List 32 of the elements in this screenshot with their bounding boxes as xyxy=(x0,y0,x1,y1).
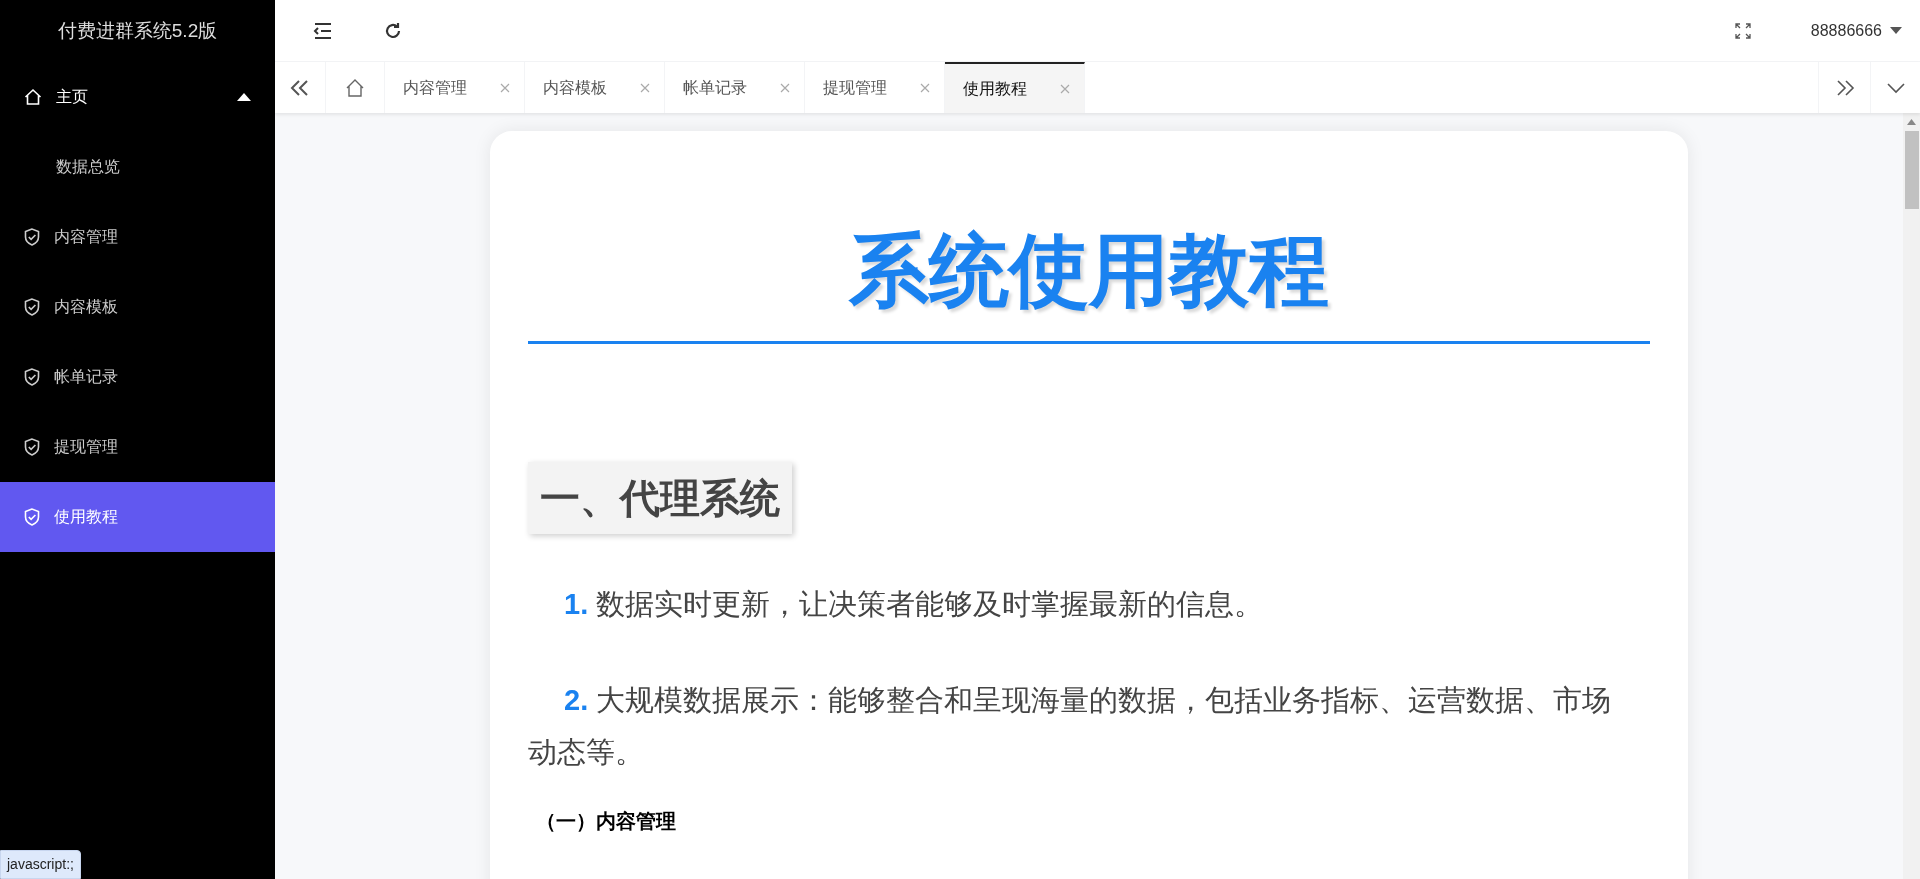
paragraph: 1. 数据实时更新，让决策者能够及时掌握最新的信息。 xyxy=(563,587,1265,622)
caret-icon[interactable] xyxy=(237,93,251,101)
chevron-down-icon[interactable] xyxy=(1885,81,1906,94)
subsection-heading: （一）内容管理 xyxy=(535,809,677,834)
fullscreen-icon[interactable] xyxy=(1734,22,1751,39)
user-menu[interactable]: 88886666 xyxy=(1810,18,1902,43)
shield-check-icon xyxy=(24,438,40,456)
scroll-up-icon[interactable] xyxy=(1907,119,1916,125)
shield-check-icon xyxy=(24,368,40,386)
sidebar-item[interactable]: 使用教程 xyxy=(0,482,275,552)
shield-check-icon xyxy=(24,228,40,246)
tab[interactable]: 使用教程 xyxy=(945,62,1085,113)
shield-check-icon xyxy=(24,298,40,316)
home-icon xyxy=(24,88,42,106)
shield-check-icon xyxy=(24,508,40,526)
refresh-icon[interactable] xyxy=(383,20,403,41)
scrollbar-thumb[interactable] xyxy=(1904,131,1919,209)
app-title: 付费进群系统5.2版 xyxy=(56,18,219,43)
scroll-left-icon[interactable] xyxy=(289,78,311,97)
sidebar-item[interactable]: 提现管理 xyxy=(0,412,275,482)
home-icon[interactable] xyxy=(345,77,365,98)
sidebar-item[interactable]: 主页 xyxy=(0,62,275,132)
sidebar-item[interactable]: 帐单记录 xyxy=(0,342,275,412)
scrollbar[interactable] xyxy=(1903,113,1920,879)
article-title: 系统使用教程 xyxy=(528,231,1650,344)
paragraph: 2. 大规模数据展示：能够整合和呈现海量的数据，包括业务指标、运营数据、市场动态等。 xyxy=(528,683,1613,770)
sidebar-item[interactable]: 内容管理 xyxy=(0,202,275,272)
caret-icon xyxy=(1890,27,1902,34)
sidebar-subitem[interactable]: 数据总览 xyxy=(0,132,275,202)
sidebar-item[interactable]: 内容模板 xyxy=(0,272,275,342)
section-heading: 一、代理系统 xyxy=(528,462,792,534)
menu-collapse-icon[interactable] xyxy=(313,21,333,40)
